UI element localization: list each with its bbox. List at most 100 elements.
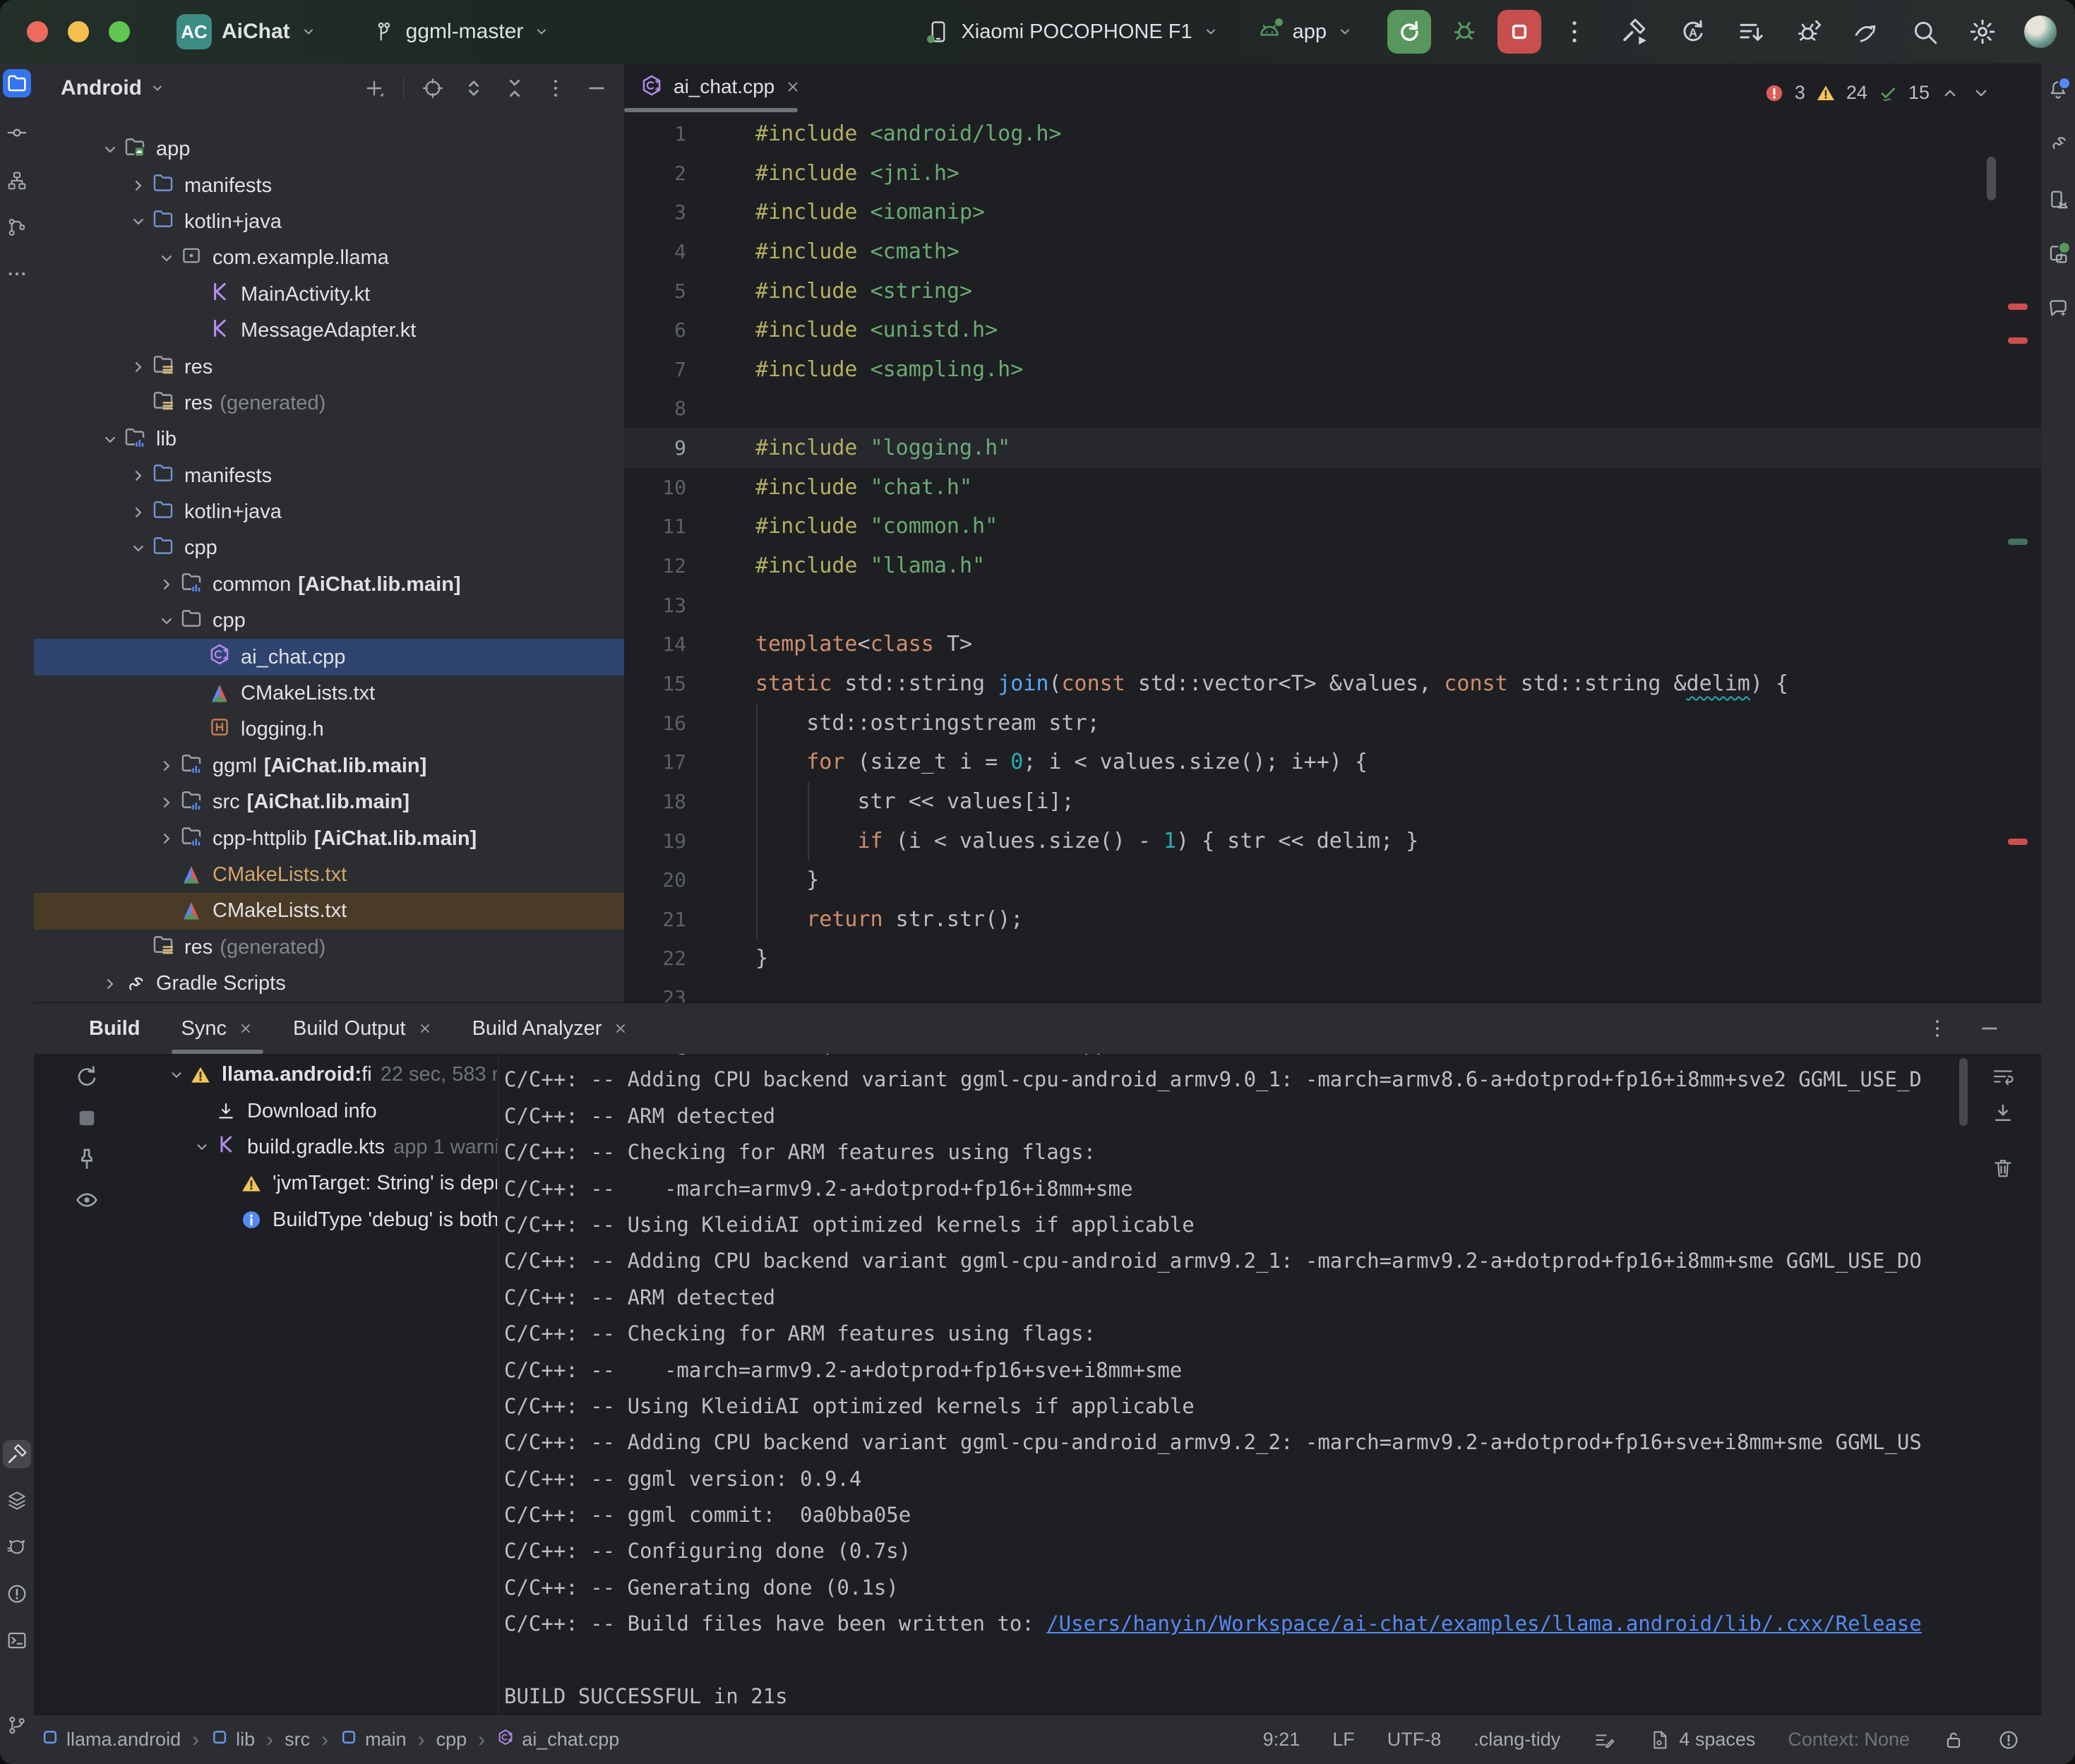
- build-tab-sync[interactable]: Sync: [162, 1003, 273, 1054]
- status-clang-tidy[interactable]: .clang-tidy: [1473, 1729, 1560, 1751]
- tree-item-com-example-llama[interactable]: com.example.llama: [34, 240, 624, 276]
- build-console[interactable]: C/C++: -- Using KleidiAI optimized kerne…: [498, 1054, 1956, 1716]
- re-sync-icon[interactable]: [73, 1064, 100, 1091]
- status-encoding[interactable]: UTF-8: [1387, 1729, 1442, 1751]
- tool-window-notifications[interactable]: [2044, 76, 2072, 104]
- hide-panel-icon[interactable]: [1978, 1016, 2002, 1040]
- search-everywhere-icon[interactable]: [1910, 17, 1939, 47]
- tree-item-logging-h[interactable]: logging.h: [34, 712, 624, 748]
- tool-window-packages[interactable]: [3, 1487, 31, 1515]
- status-highlighting-level[interactable]: [1593, 1729, 1615, 1751]
- breadcrumb-cpp[interactable]: cpp: [436, 1729, 467, 1751]
- breadcrumb-ai-chat-cpp[interactable]: ai_chat.cpp: [496, 1729, 619, 1751]
- project-view-selector[interactable]: Android: [61, 76, 142, 100]
- tree-item-kotlin-java[interactable]: kotlin+java: [34, 204, 624, 240]
- tool-window-logcat[interactable]: [3, 1533, 31, 1561]
- chevron-right-icon[interactable]: [126, 466, 151, 486]
- chevron-right-icon[interactable]: [126, 176, 151, 196]
- tree-item-cmakelists-txt[interactable]: CMakeLists.txt: [34, 676, 624, 712]
- chevron-down-icon[interactable]: [154, 611, 179, 631]
- more-run-options-button[interactable]: [1560, 17, 1589, 47]
- tool-window-project[interactable]: [3, 69, 31, 97]
- expand-all-icon[interactable]: [462, 76, 486, 100]
- editor-scrollbar[interactable]: [1987, 157, 1996, 200]
- user-avatar[interactable]: [2024, 16, 2057, 48]
- tool-window-version-control[interactable]: [3, 1711, 31, 1739]
- chevron-right-icon[interactable]: [154, 829, 179, 848]
- tool-window-gemini-chat[interactable]: [2044, 294, 2072, 323]
- error-stripe-mark[interactable]: [2008, 337, 2028, 344]
- kebab-icon[interactable]: [544, 76, 568, 100]
- tool-window-pull-requests[interactable]: [3, 213, 31, 241]
- code-editor[interactable]: 1#include <android/log.h>2#include <jni.…: [624, 114, 2041, 1002]
- chevron-right-icon[interactable]: [126, 503, 151, 522]
- tree-item-cpp[interactable]: cpp: [34, 530, 624, 566]
- tree-item-res[interactable]: res(generated): [34, 385, 624, 421]
- previous-problem-icon[interactable]: [1939, 83, 1961, 104]
- project-widget[interactable]: AC AiChat: [177, 14, 317, 49]
- status-indentation[interactable]: 4 spaces: [1648, 1729, 1755, 1751]
- console-scrollbar[interactable]: [1959, 1058, 1968, 1126]
- next-problem-icon[interactable]: [1971, 83, 1992, 104]
- apply-changes-icon[interactable]: A: [1678, 17, 1708, 47]
- vcs-widget[interactable]: ggml-master: [372, 20, 551, 44]
- chevron-down-icon[interactable]: [126, 212, 151, 232]
- tree-item-cmakelists-txt[interactable]: CMakeLists.txt: [34, 857, 624, 893]
- tree-item-messageadapter-kt[interactable]: MessageAdapter.kt: [34, 313, 624, 349]
- preview-icon[interactable]: [73, 1187, 100, 1213]
- ok-stripe-mark[interactable]: [2008, 539, 2028, 545]
- rerun-button[interactable]: [1387, 10, 1431, 54]
- clear-all-icon[interactable]: [1990, 1156, 2016, 1181]
- chevron-down-icon[interactable]: [97, 430, 123, 450]
- zoom-button[interactable]: [109, 21, 130, 42]
- tree-item-ai-chat-cpp[interactable]: ai_chat.cpp: [34, 639, 624, 675]
- status-line-separator[interactable]: LF: [1332, 1729, 1355, 1751]
- chevron-right-icon[interactable]: [154, 575, 179, 594]
- tool-window-device-manager[interactable]: [2044, 186, 2072, 214]
- sync-item-llama-android[interactable]: llama.android: fi22 sec, 583 ms: [154, 1057, 497, 1093]
- tree-item-manifests[interactable]: manifests: [34, 167, 624, 203]
- minus-icon[interactable]: [585, 76, 609, 100]
- settings-icon[interactable]: [1968, 17, 1997, 47]
- tree-item-kotlin-java[interactable]: kotlin+java: [34, 494, 624, 530]
- chevron-right-icon[interactable]: [126, 357, 151, 377]
- chevron-down-icon[interactable]: [126, 539, 151, 558]
- sync-item-buildtype-debug-is-both-de[interactable]: BuildType 'debug' is both de: [154, 1202, 497, 1238]
- chevron-right-icon[interactable]: [154, 756, 179, 776]
- soft-wrap-icon[interactable]: [1990, 1064, 2016, 1089]
- device-mirroring-icon[interactable]: [1852, 17, 1882, 47]
- error-stripe-mark[interactable]: [2008, 304, 2028, 310]
- layout-inspector-icon[interactable]: [1736, 17, 1766, 47]
- chevron-down-icon[interactable]: [97, 140, 123, 160]
- chevron-right-icon[interactable]: [154, 793, 179, 812]
- run-configuration-selector[interactable]: app: [1256, 18, 1353, 45]
- chevron-down-icon[interactable]: [189, 1138, 215, 1156]
- tree-item-app[interactable]: app: [34, 131, 624, 167]
- status-read-write-lock[interactable]: [1942, 1729, 1965, 1751]
- device-selector[interactable]: Xiaomi POCOPHONE F1: [926, 19, 1219, 44]
- chevron-down-icon[interactable]: [154, 248, 179, 268]
- collapse-all-icon[interactable]: [503, 76, 527, 100]
- tool-window-structure[interactable]: [3, 167, 31, 195]
- build-icon[interactable]: [1620, 17, 1650, 47]
- plus-icon[interactable]: [362, 76, 386, 100]
- debug-button[interactable]: [1449, 17, 1479, 47]
- tree-item-ggml[interactable]: ggml[AiChat.lib.main]: [34, 748, 624, 784]
- tool-window-build-tool[interactable]: [3, 1440, 31, 1468]
- close-button[interactable]: [27, 21, 48, 42]
- tree-item-lib[interactable]: lib: [34, 421, 624, 457]
- tree-item-cmakelists-txt[interactable]: CMakeLists.txt: [34, 893, 624, 929]
- status-context[interactable]: Context: None: [1788, 1729, 1910, 1751]
- status-caret-position[interactable]: 9:21: [1263, 1729, 1300, 1751]
- inspections-widget[interactable]: 3 24 15: [1764, 82, 1992, 104]
- tree-item-res[interactable]: res(generated): [34, 930, 624, 966]
- sync-item-jvmtarget-string-is-deprec[interactable]: 'jvmTarget: String' is deprec: [154, 1165, 497, 1201]
- pin-tab-icon[interactable]: [73, 1146, 100, 1172]
- attach-debugger-icon[interactable]: [1794, 17, 1824, 47]
- tree-item-cpp[interactable]: cpp: [34, 603, 624, 639]
- tool-window-commit[interactable]: [3, 119, 31, 147]
- tree-item-gradle-scripts[interactable]: Gradle Scripts: [34, 966, 624, 1002]
- tree-item-manifests[interactable]: manifests: [34, 458, 624, 494]
- chevron-right-icon[interactable]: [97, 974, 123, 994]
- sync-item-build-gradle-kts[interactable]: build.gradle.ktsapp 1 warning: [154, 1129, 497, 1165]
